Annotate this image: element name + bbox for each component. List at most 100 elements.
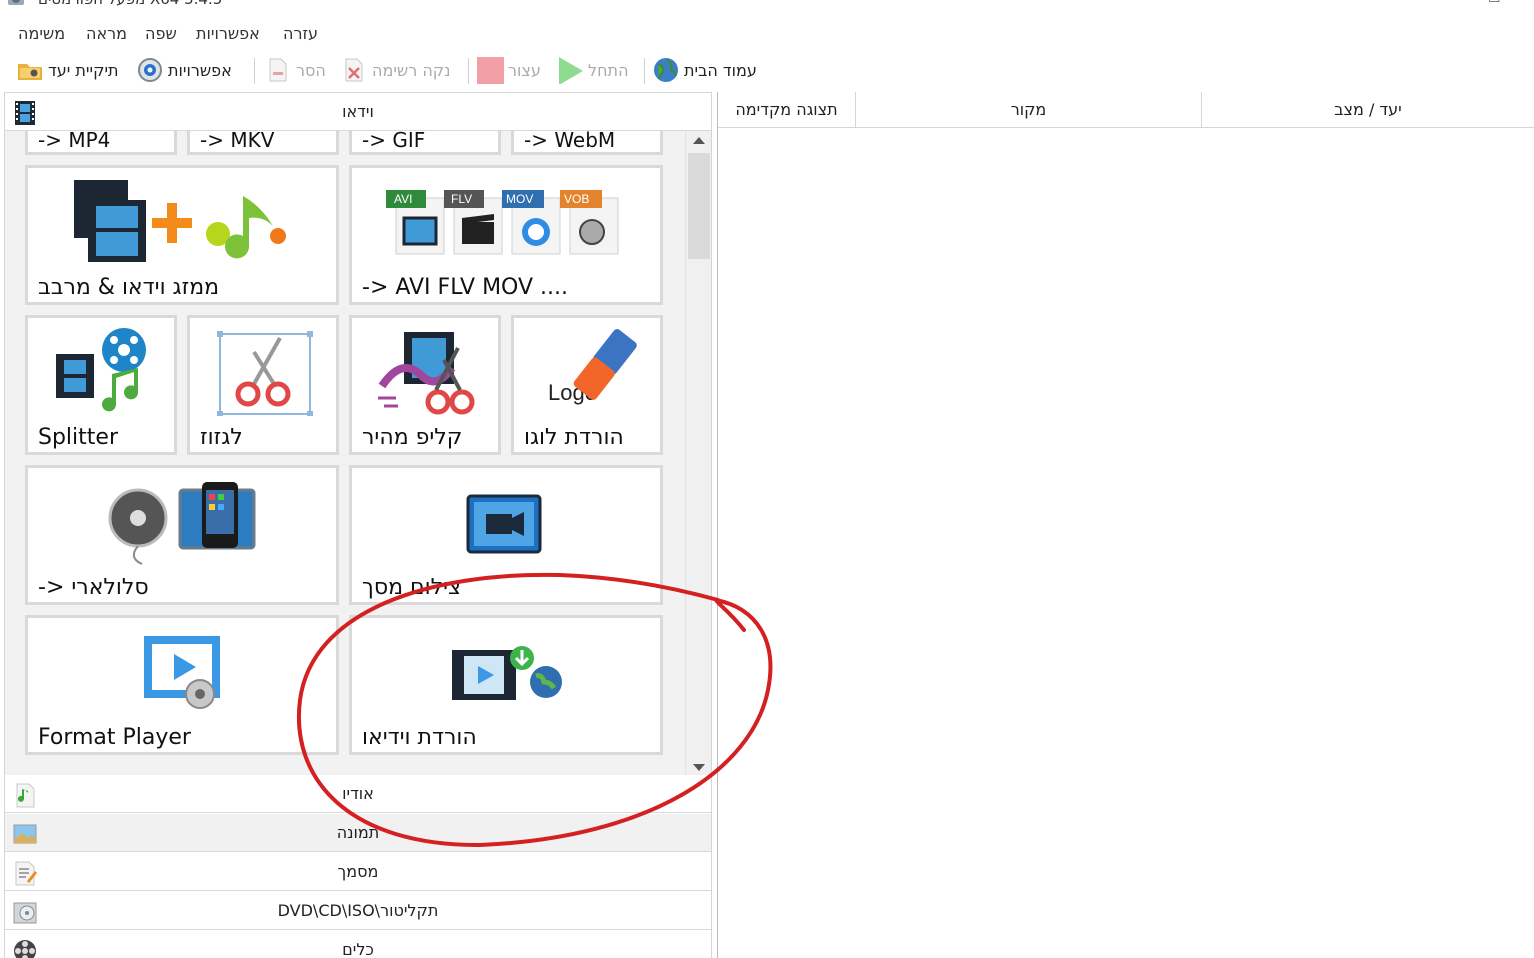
remove-button[interactable]: הסר — [264, 54, 326, 86]
maximize-button[interactable]: ☐ — [1488, 0, 1501, 6]
category-rom-label: DVD\CD\ISO\תקליטור — [277, 901, 439, 920]
tile-video-joiner-label: ממזג וידאו & מרבב — [38, 275, 220, 300]
category-document-label: מסמך — [337, 862, 379, 881]
category-rom-header[interactable]: DVD\CD\ISO\תקליטור — [5, 892, 711, 930]
svg-text:MOV: MOV — [506, 192, 533, 206]
tile-video-download[interactable]: הורדת וידיאו — [349, 615, 663, 755]
eraser-icon: Logo — [548, 329, 637, 405]
tiles-scrollbar[interactable] — [685, 131, 711, 775]
screen-record-icon — [466, 494, 542, 554]
column-destination-status[interactable]: יעד / מצב — [1202, 92, 1534, 128]
tile-quick-clip[interactable]: קליפ מהיר — [349, 315, 501, 455]
play-icon — [559, 57, 583, 84]
tile-to-mp4[interactable]: -> MP4 — [25, 131, 177, 155]
scroll-up-arrow-icon[interactable] — [693, 137, 705, 144]
tile-to-mkv-label: -> MKV — [200, 131, 275, 152]
category-tools-header[interactable]: כלים — [5, 931, 711, 958]
tile-screen-record[interactable]: צילום מסך — [349, 465, 663, 605]
tile-crop[interactable]: לגזוז — [187, 315, 339, 455]
tile-video-download-label: הורדת וידיאו — [362, 725, 477, 750]
tile-to-gif-label: -> GIF — [362, 131, 426, 152]
tile-quick-clip-label: קליפ מהיר — [362, 425, 463, 450]
folder-icon — [18, 64, 42, 80]
menu-language[interactable]: שפה — [145, 24, 177, 43]
menu-help[interactable]: עזרה — [283, 24, 318, 43]
video-formats-icon: AVI FLV MOV VOB — [386, 190, 619, 255]
category-audio-label: אודיו — [342, 784, 374, 803]
tile-remove-logo-label: הורדת לוגו — [524, 425, 624, 450]
column-preview[interactable]: תצוגה מקדימה — [718, 92, 856, 128]
svg-text:AVI: AVI — [394, 192, 412, 206]
column-source[interactable]: מקור — [856, 92, 1202, 128]
category-picture-label: תמונה — [336, 823, 380, 842]
tile-to-mp4-label: -> MP4 — [38, 131, 111, 152]
category-picture-header[interactable]: תמונה — [5, 814, 711, 852]
category-video-header[interactable]: וידאו — [5, 93, 711, 131]
tile-crop-label: לגזוז — [200, 425, 243, 450]
category-panel: וידאו -> MP4 -> MKV -> GIF -> WebM ממזג … — [4, 92, 712, 958]
clear-list-label: נקה רשימה — [372, 60, 451, 80]
tile-to-webm[interactable]: -> WebM — [511, 131, 663, 155]
splitter-icon — [56, 328, 146, 412]
tile-screen-record-label: צילום מסך — [362, 575, 462, 600]
tile-remove-logo[interactable]: Logo הורדת לוגו — [511, 315, 663, 455]
options-button[interactable]: אפשרויות — [136, 54, 232, 86]
tile-to-mobile[interactable]: -> סלולארי — [25, 465, 339, 605]
scroll-down-arrow-icon[interactable] — [693, 764, 705, 771]
task-list[interactable]: תצוגה מקדימה מקור יעד / מצב — [717, 92, 1534, 958]
tile-splitter-label: Splitter — [38, 425, 118, 450]
clear-list-button[interactable]: נקה רשימה — [340, 54, 451, 86]
tile-to-avi-flv-mov-label: -> AVI FLV MOV .... — [362, 275, 569, 300]
quick-clip-icon — [378, 332, 475, 415]
category-document-header[interactable]: מסמך — [5, 853, 711, 891]
toolbar-separator — [644, 58, 645, 84]
output-folder-button[interactable]: תיקיית יעד — [16, 54, 119, 86]
toolbar-separator — [468, 58, 469, 84]
stop-label: עצור — [508, 60, 541, 80]
start-button[interactable]: התחל — [556, 54, 629, 86]
clear-list-icon — [345, 58, 363, 82]
tile-format-player[interactable]: Format Player — [25, 615, 339, 755]
format-factory-window: מפעל הפורמטים X64 5.4.5 — ☐ משימה מראה ש… — [0, 0, 1534, 958]
menu-options[interactable]: אפשרויות — [196, 24, 260, 43]
format-player-icon — [144, 636, 220, 709]
tile-format-player-label: Format Player — [38, 725, 191, 750]
stop-button[interactable]: עצור — [476, 54, 541, 86]
remove-label: הסר — [296, 60, 326, 80]
title-bar: מפעל הפורמטים X64 5.4.5 — ☐ — [0, 0, 1534, 12]
tile-splitter[interactable]: Splitter — [25, 315, 177, 455]
tile-to-webm-label: -> WebM — [524, 131, 616, 152]
tile-to-mobile-label: -> סלולארי — [38, 575, 149, 600]
homepage-label: עמוד הבית — [684, 60, 757, 80]
category-tools-label: כלים — [342, 940, 374, 958]
category-video-label: וידאו — [342, 102, 374, 121]
minimize-button[interactable]: — — [1450, 0, 1464, 6]
output-folder-label: תיקיית יעד — [48, 60, 119, 80]
video-download-icon — [452, 646, 562, 700]
toolbar-separator — [254, 58, 255, 84]
menu-view[interactable]: מראה — [86, 24, 127, 43]
stop-icon — [477, 57, 504, 84]
document-icon — [269, 58, 287, 82]
app-logo-icon — [8, 0, 24, 5]
tile-to-gif[interactable]: -> GIF — [349, 131, 501, 155]
window-title: מפעל הפורמטים X64 5.4.5 — [38, 0, 222, 8]
start-label: התחל — [588, 60, 629, 80]
menu-bar: משימה מראה שפה אפשרויות עזרה — [0, 22, 600, 48]
tile-to-mkv[interactable]: -> MKV — [187, 131, 339, 155]
homepage-button[interactable]: עמוד הבית — [652, 54, 757, 86]
tile-to-avi-flv-mov[interactable]: AVI FLV MOV VOB -> AVI FLV MOV .... — [349, 165, 663, 305]
gear-icon — [138, 58, 162, 82]
scrollbar-thumb[interactable] — [688, 153, 710, 259]
mobile-device-icon — [108, 482, 256, 565]
category-audio-header[interactable]: אודיו — [5, 775, 711, 813]
menu-task[interactable]: משימה — [18, 24, 65, 43]
scissors-icon — [217, 331, 313, 416]
svg-text:FLV: FLV — [451, 192, 472, 206]
toolbar: תיקיית יעד אפשרויות הסר נקה רשימה עצור ה… — [0, 50, 800, 90]
tile-video-joiner[interactable]: ממזג וידאו & מרבב — [25, 165, 339, 305]
video-joiner-icon — [74, 180, 286, 262]
video-tiles-area: -> MP4 -> MKV -> GIF -> WebM ממזג וידאו … — [5, 131, 685, 775]
options-label: אפשרויות — [168, 60, 232, 80]
globe-icon — [654, 58, 678, 82]
